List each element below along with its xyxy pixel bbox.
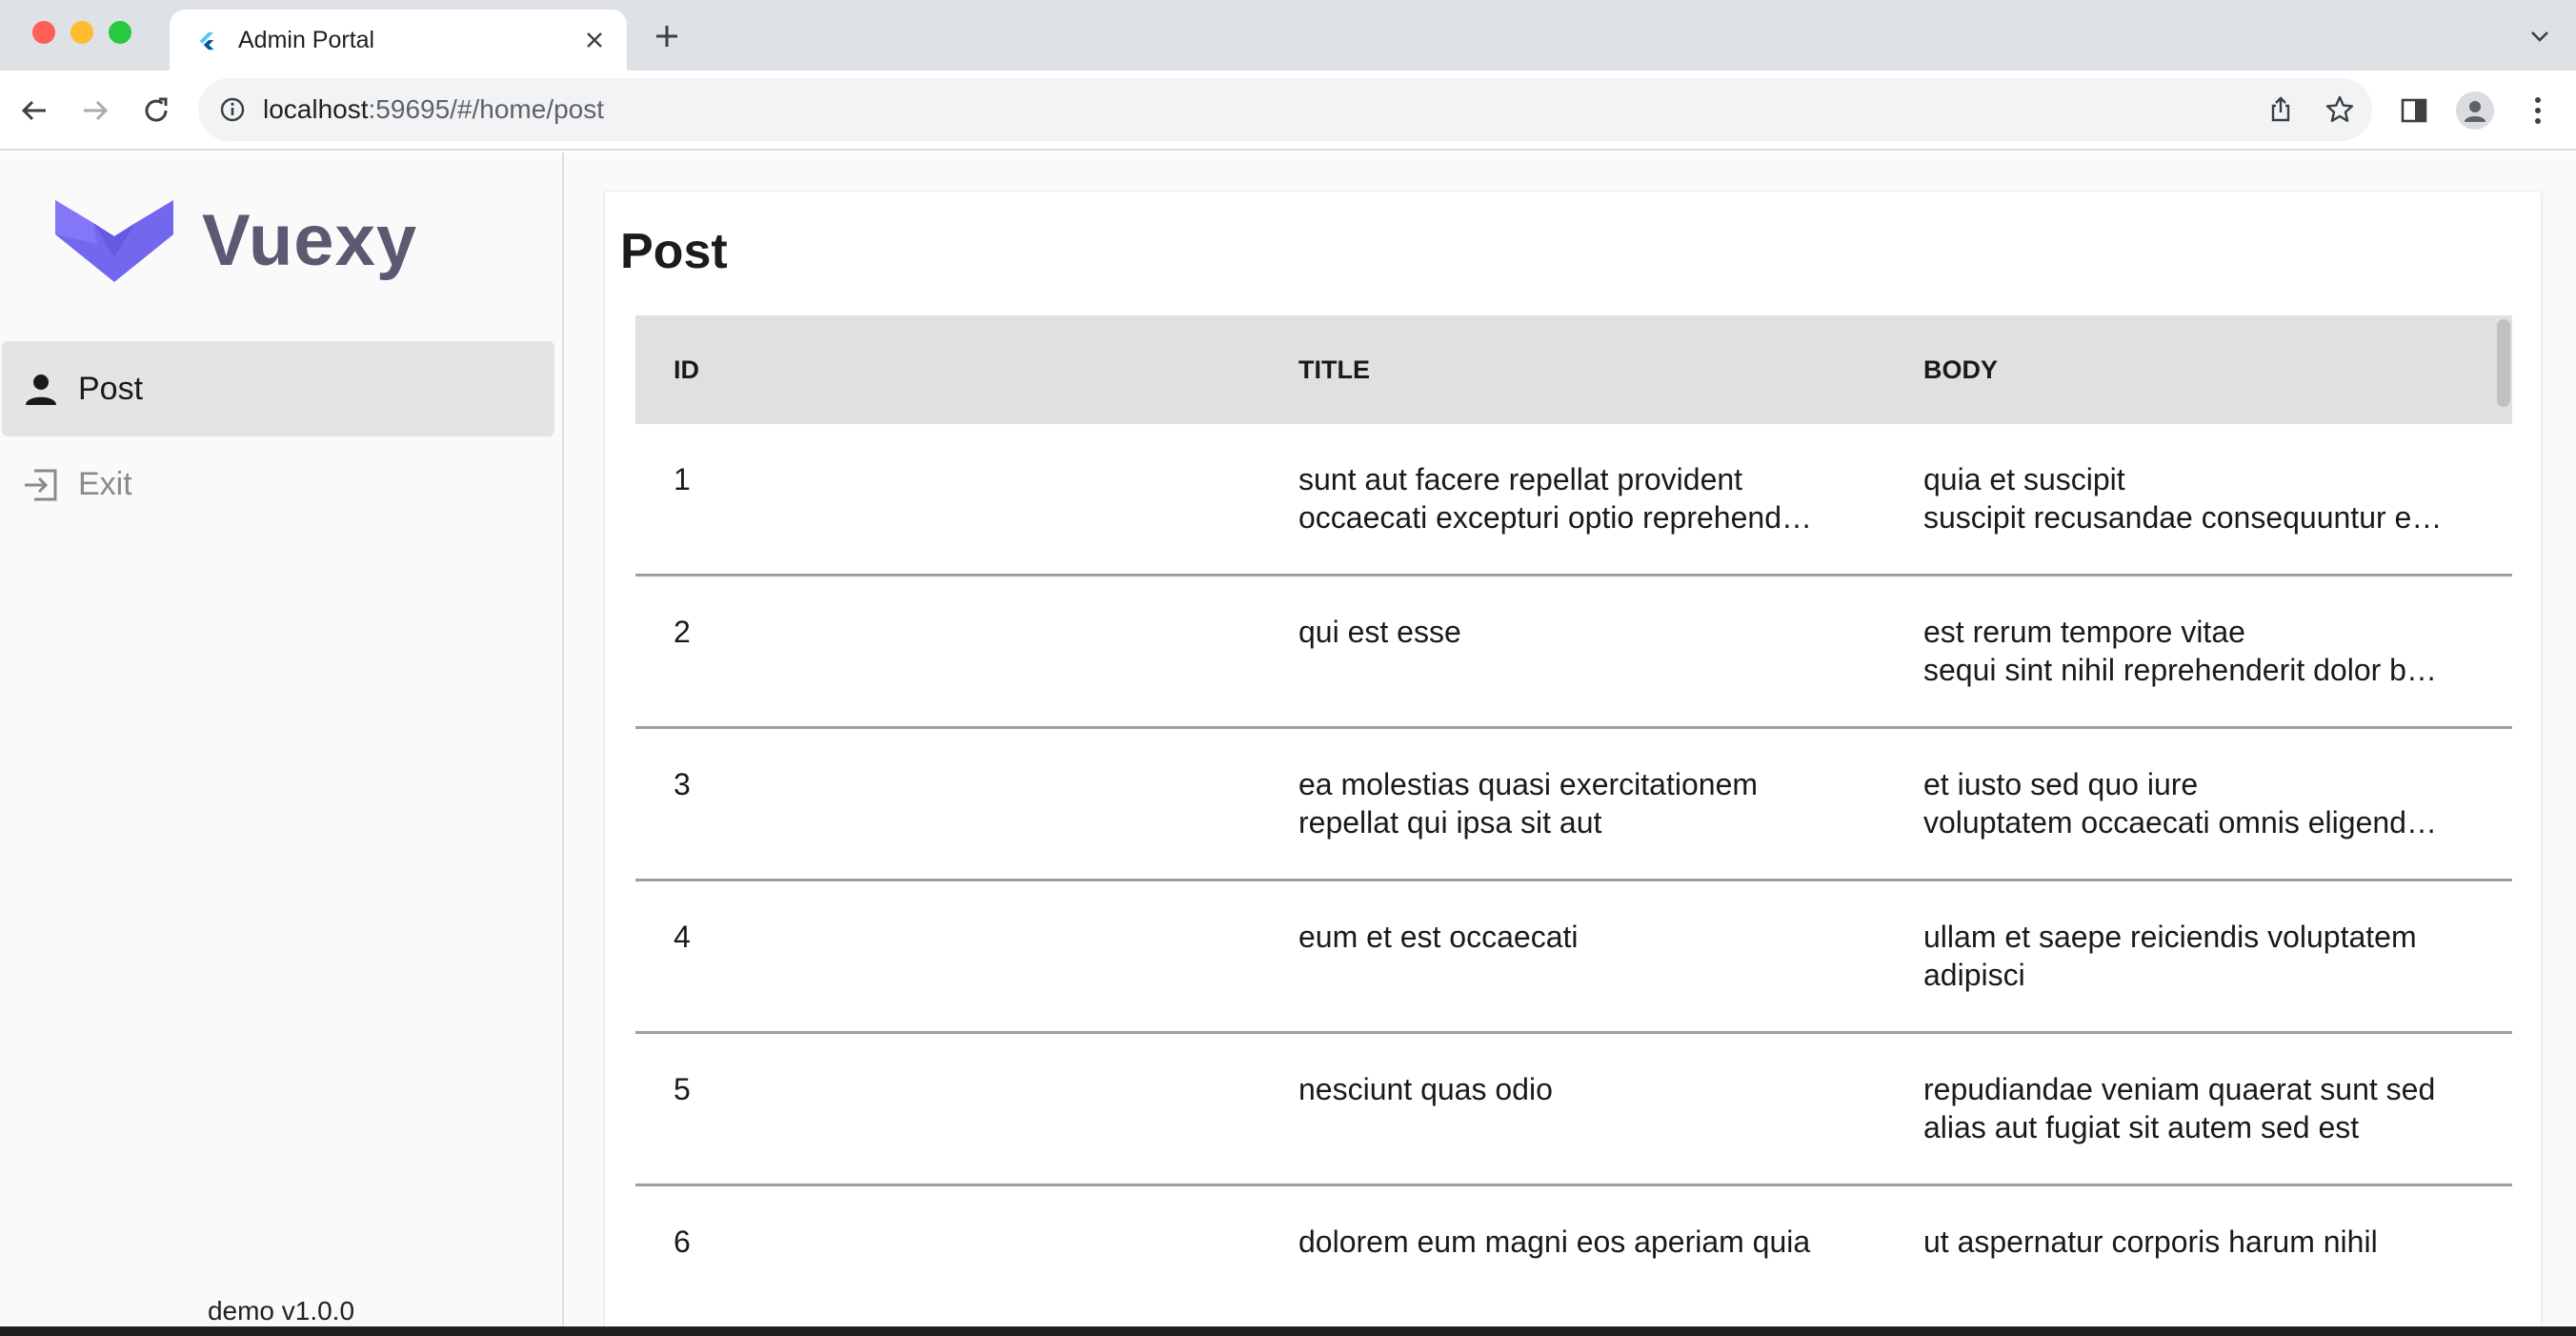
sidebar-item-label: Exit	[78, 466, 132, 502]
table-row[interactable]: 5 nesciunt quas odio repudiandae veniam …	[635, 1034, 2512, 1186]
person-icon	[2465, 101, 2485, 122]
chevron-down-icon[interactable]	[2525, 21, 2555, 51]
url-text[interactable]: localhost:59695/#/home/post	[263, 78, 604, 141]
browser-window: Admin Portal localhost:59695/#/home/post…	[0, 0, 2576, 1326]
tab-title: Admin Portal	[238, 27, 375, 53]
sidebar-item-post[interactable]: Post	[2, 341, 554, 436]
logo-text: Vuexy	[202, 200, 418, 281]
cell-body: repudiandae veniam quaerat sunt sed alias…	[1923, 1072, 2436, 1144]
close-tab-icon[interactable]	[579, 25, 610, 55]
profile-avatar[interactable]	[2454, 90, 2496, 132]
cell-body: est rerum tempore vitae sequi sint nihil …	[1923, 615, 2437, 687]
cell-title: sunt aut facere repellat provident occaec…	[1298, 462, 1812, 535]
minimize-window-button[interactable]	[70, 21, 93, 44]
cell-title: dolorem eum magni eos aperiam quia	[1298, 1225, 1811, 1259]
share-icon[interactable]	[2264, 92, 2298, 127]
app-area: Vuexy Post Exit demo v1.0.0 Post ID TITL…	[0, 152, 2576, 1326]
scrollbar-thumb[interactable]	[2497, 319, 2510, 407]
side-panel-icon[interactable]	[2393, 90, 2435, 132]
cell-body: quia et suscipit suscipit recusandae cons…	[1923, 462, 2443, 535]
address-bar[interactable]: localhost:59695/#/home/post	[198, 78, 2372, 141]
info-icon[interactable]	[219, 96, 246, 123]
person-icon	[26, 374, 56, 405]
table-row[interactable]: 4 eum et est occaecati ullam et saepe re…	[635, 881, 2512, 1034]
table-row[interactable]: 6 dolorem eum magni eos aperiam quia ut …	[635, 1186, 2512, 1326]
bookmark-star-icon[interactable]	[2323, 92, 2357, 127]
flutter-icon	[199, 31, 214, 51]
browser-tab[interactable]: Admin Portal	[170, 10, 627, 71]
cell-body: ullam et saepe reiciendis voluptatem adip…	[1923, 920, 2417, 992]
cell-id: 2	[674, 615, 691, 649]
forward-icon[interactable]	[74, 90, 116, 132]
cell-title: qui est esse	[1298, 615, 1461, 649]
table-row[interactable]: 2 qui est esse est rerum tempore vitae se…	[635, 577, 2512, 729]
table-row[interactable]: 1 sunt aut facere repellat provident occa…	[635, 424, 2512, 577]
exit-icon	[25, 469, 57, 501]
reload-icon[interactable]	[135, 90, 177, 132]
sidebar: Vuexy Post Exit demo v1.0.0	[0, 152, 564, 1326]
close-window-button[interactable]	[32, 21, 55, 44]
new-tab-icon[interactable]	[650, 19, 684, 53]
column-header-body[interactable]: BODY	[1923, 315, 1998, 424]
cell-body: et iusto sed quo iure voluptatem occaecat…	[1923, 767, 2437, 840]
cell-title: nesciunt quas odio	[1298, 1072, 1553, 1106]
vuexy-logo-icon	[55, 200, 173, 282]
browser-toolbar: localhost:59695/#/home/post	[0, 71, 2576, 151]
column-header-id[interactable]: ID	[674, 315, 699, 424]
cell-title: eum et est occaecati	[1298, 920, 1579, 954]
post-table: ID TITLE BODY 1 sunt aut facere repellat…	[635, 315, 2512, 1326]
cell-id: 5	[674, 1072, 691, 1106]
cell-id: 6	[674, 1225, 691, 1259]
column-header-title[interactable]: TITLE	[1298, 315, 1370, 424]
cell-id: 3	[674, 767, 691, 801]
sidebar-item-exit[interactable]: Exit	[2, 436, 554, 532]
page-title: Post	[620, 224, 728, 279]
more-menu-icon[interactable]	[2517, 90, 2559, 132]
cell-body: ut aspernatur corporis harum nihil	[1923, 1225, 2378, 1259]
cell-id: 1	[674, 462, 691, 496]
table-row[interactable]: 3 ea molestias quasi exercitationem repel…	[635, 729, 2512, 881]
back-icon[interactable]	[13, 90, 55, 132]
sidebar-item-label: Post	[78, 371, 144, 407]
tab-strip: Admin Portal	[0, 0, 2576, 71]
table-header: ID TITLE BODY	[635, 315, 2512, 424]
version-label: demo v1.0.0	[207, 1296, 355, 1326]
cell-id: 4	[674, 920, 691, 954]
cell-title: ea molestias quasi exercitationem repella…	[1298, 767, 1759, 840]
zoom-window-button[interactable]	[109, 21, 131, 44]
post-card: Post ID TITLE BODY 1 sunt aut facere rep…	[604, 191, 2542, 1326]
